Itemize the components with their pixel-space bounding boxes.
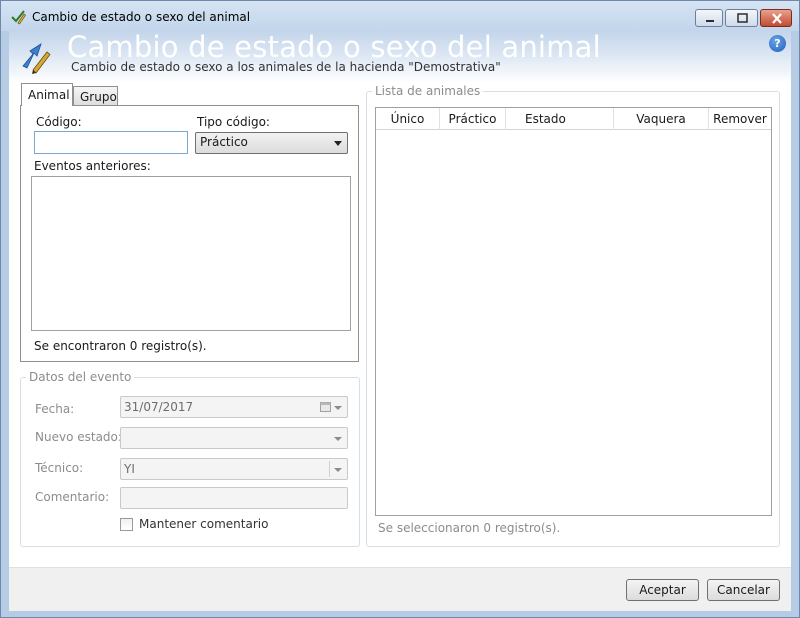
fecha-label: Fecha: bbox=[35, 402, 75, 416]
tecnico-label: Técnico: bbox=[35, 461, 84, 475]
eventos-records-count: Se encontraron 0 registro(s). bbox=[34, 339, 207, 353]
close-icon bbox=[772, 13, 782, 24]
animal-tab-panel: Código: Tipo código: Práctico Eventos an… bbox=[20, 105, 359, 362]
dialog-window: Cambio de estado o sexo del animal Cambi… bbox=[0, 0, 800, 618]
tab-animal[interactable]: Animal bbox=[21, 83, 73, 106]
combo-separator bbox=[329, 461, 330, 477]
cancel-button[interactable]: Cancelar bbox=[707, 579, 780, 601]
mantener-comentario-label[interactable]: Mantener comentario bbox=[139, 517, 268, 531]
tipo-codigo-select[interactable]: Práctico bbox=[195, 132, 348, 154]
eventos-label: Eventos anteriores: bbox=[34, 159, 151, 173]
minimize-button[interactable] bbox=[695, 9, 723, 27]
column-header-unico[interactable]: Único bbox=[376, 108, 440, 130]
nuevo-estado-label: Nuevo estado: bbox=[35, 430, 122, 444]
eventos-listbox[interactable] bbox=[31, 176, 351, 331]
chevron-down-icon bbox=[334, 141, 342, 146]
maximize-button[interactable] bbox=[725, 9, 758, 27]
fecha-datepicker[interactable]: 31/07/2017 bbox=[120, 396, 348, 418]
help-icon[interactable]: ? bbox=[769, 35, 786, 52]
header-subtitle: Cambio de estado o sexo a los animales d… bbox=[71, 60, 501, 74]
tab-grupo[interactable]: Grupo bbox=[73, 86, 118, 106]
comentario-input[interactable] bbox=[120, 487, 348, 509]
header-title: Cambio de estado o sexo del animal bbox=[67, 30, 601, 64]
grid-header: Único Práctico Estado Vaquera Remover bbox=[376, 108, 771, 130]
chevron-down-icon bbox=[334, 468, 342, 472]
column-header-remover[interactable]: Remover bbox=[709, 108, 771, 130]
minimize-icon bbox=[706, 20, 714, 22]
window-title: Cambio de estado o sexo del animal bbox=[32, 10, 251, 24]
close-button[interactable] bbox=[760, 9, 792, 27]
pen-check-icon bbox=[11, 10, 27, 25]
tecnico-select[interactable]: YI bbox=[120, 458, 348, 480]
animal-list-legend: Lista de animales bbox=[372, 84, 484, 98]
dialog-client: Cambio de estado o sexo del animal Cambi… bbox=[9, 30, 791, 611]
chevron-down-icon bbox=[334, 406, 342, 410]
event-data-legend: Datos del evento bbox=[26, 370, 135, 384]
title-bar[interactable]: Cambio de estado o sexo del animal bbox=[1, 1, 799, 31]
maximize-icon bbox=[737, 13, 748, 23]
chevron-down-icon bbox=[334, 437, 342, 441]
column-header-practico[interactable]: Práctico bbox=[440, 108, 506, 130]
pen-arrow-icon bbox=[22, 43, 51, 74]
column-header-vaquera[interactable]: Vaquera bbox=[614, 108, 709, 130]
fecha-value: 31/07/2017 bbox=[124, 400, 194, 414]
tipo-codigo-label: Tipo código: bbox=[197, 115, 270, 129]
comentario-label: Comentario: bbox=[35, 490, 110, 504]
nuevo-estado-select[interactable] bbox=[120, 427, 348, 449]
animal-list-grid[interactable]: Único Práctico Estado Vaquera Remover bbox=[375, 107, 772, 516]
calendar-icon bbox=[320, 402, 331, 412]
column-header-estado[interactable]: Estado bbox=[506, 108, 614, 130]
dialog-footer: Aceptar Cancelar bbox=[9, 567, 791, 611]
selected-records-count: Se seleccionaron 0 registro(s). bbox=[378, 521, 561, 535]
header-banner: Cambio de estado o sexo del animal Cambi… bbox=[9, 30, 791, 83]
tecnico-value: YI bbox=[124, 462, 135, 476]
codigo-label: Código: bbox=[36, 115, 82, 129]
tipo-codigo-value: Práctico bbox=[200, 135, 248, 149]
accept-button[interactable]: Aceptar bbox=[626, 579, 699, 601]
codigo-input[interactable] bbox=[34, 131, 188, 154]
mantener-comentario-checkbox[interactable] bbox=[120, 518, 133, 531]
